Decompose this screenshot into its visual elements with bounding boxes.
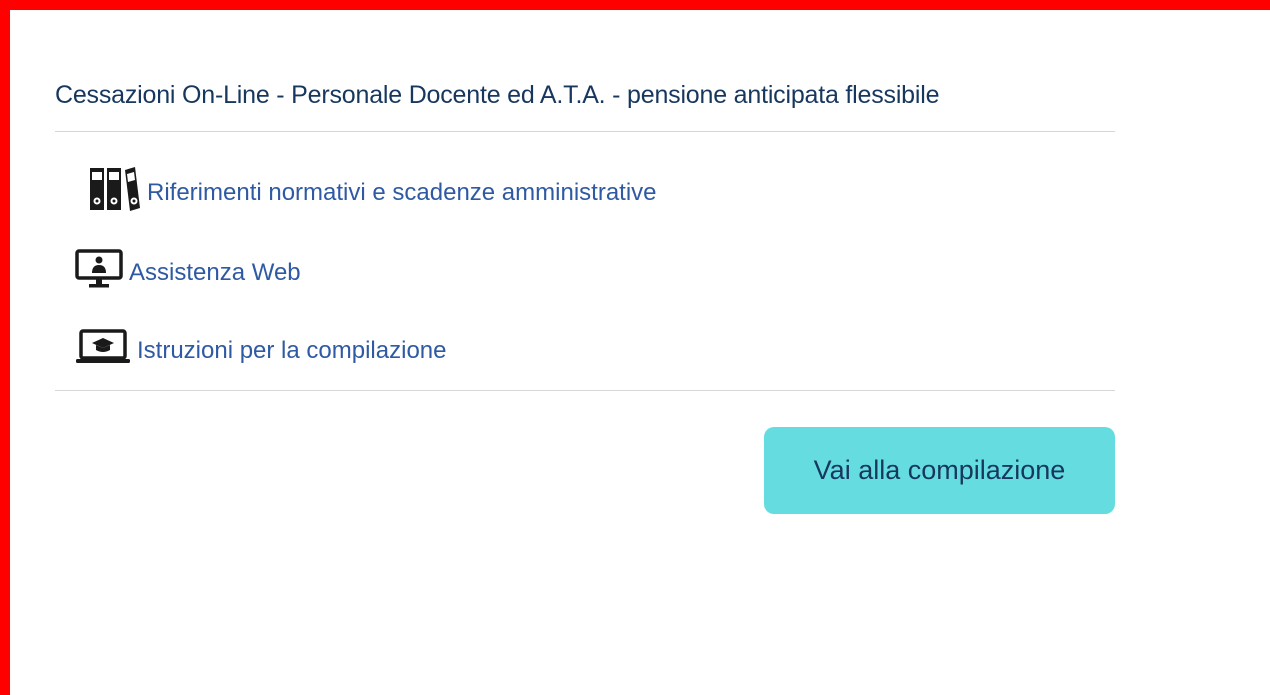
monitor-person-icon [75,249,123,296]
link-istruzioni-compilazione[interactable]: Istruzioni per la compilazione [75,329,446,372]
link-label: Istruzioni per la compilazione [137,336,447,364]
link-riferimenti-normativi[interactable]: Riferimenti normativi e scadenze amminis… [89,166,657,219]
service-card: Cessazioni On-Line - Personale Docente e… [55,76,1115,531]
red-highlight-frame: Cessazioni On-Line - Personale Docente e… [0,0,1270,695]
link-label: Assistenza Web [129,258,301,286]
laptop-graduation-icon [75,329,131,372]
link-label: Riferimenti normativi e scadenze amminis… [147,178,657,206]
vai-alla-compilazione-button[interactable]: Vai alla compilazione [764,427,1115,514]
card-title: Cessazioni On-Line - Personale Docente e… [55,81,940,109]
link-assistenza-web[interactable]: Assistenza Web [75,249,301,296]
binders-icon [89,166,141,219]
link-list: Riferimenti normativi e scadenze amminis… [55,132,1115,390]
card-actions: Vai alla compilazione [55,391,1115,531]
